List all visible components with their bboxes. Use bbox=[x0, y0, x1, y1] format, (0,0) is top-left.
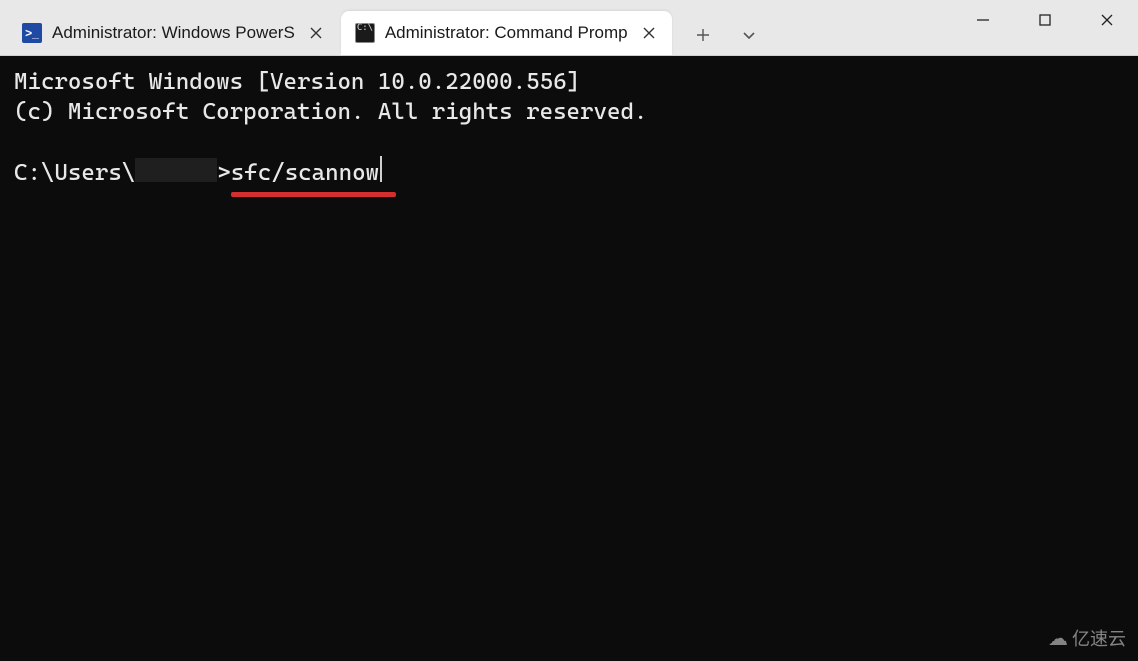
close-window-button[interactable] bbox=[1076, 0, 1138, 40]
close-icon bbox=[643, 27, 655, 39]
text-cursor bbox=[380, 156, 382, 182]
plus-icon bbox=[696, 28, 710, 42]
window-controls bbox=[952, 0, 1138, 55]
tab-cmd[interactable]: C:\ Administrator: Command Promp bbox=[341, 11, 672, 55]
command-wrapper: sfc/scannow bbox=[231, 159, 379, 189]
tab-title: Administrator: Windows PowerS bbox=[52, 23, 295, 43]
cmd-icon: C:\ bbox=[355, 23, 375, 43]
copyright-line: (c) Microsoft Corporation. All rights re… bbox=[14, 98, 1124, 128]
chevron-down-icon bbox=[742, 28, 756, 42]
terminal-output[interactable]: Microsoft Windows [Version 10.0.22000.55… bbox=[0, 56, 1138, 201]
tab-powershell[interactable]: >_ Administrator: Windows PowerS bbox=[8, 11, 339, 55]
watermark: ☁ 亿速云 bbox=[1048, 625, 1126, 651]
maximize-icon bbox=[1038, 13, 1052, 27]
tab-strip: >_ Administrator: Windows PowerS C:\ Adm… bbox=[0, 0, 952, 55]
minimize-button[interactable] bbox=[952, 0, 1014, 40]
version-line: Microsoft Windows [Version 10.0.22000.55… bbox=[14, 68, 1124, 98]
redacted-username bbox=[135, 158, 217, 182]
tab-dropdown-button[interactable] bbox=[728, 15, 770, 55]
annotation-underline bbox=[231, 192, 396, 197]
window-titlebar: >_ Administrator: Windows PowerS C:\ Adm… bbox=[0, 0, 1138, 56]
tab-controls bbox=[672, 15, 770, 55]
minimize-icon bbox=[976, 13, 990, 27]
cloud-icon: ☁ bbox=[1048, 626, 1068, 651]
close-icon bbox=[310, 27, 322, 39]
entered-command: sfc/scannow bbox=[231, 160, 379, 186]
close-icon bbox=[1100, 13, 1114, 27]
prompt-symbol: > bbox=[217, 159, 230, 189]
watermark-text: 亿速云 bbox=[1072, 625, 1126, 651]
close-tab-button[interactable] bbox=[305, 22, 327, 44]
close-tab-button[interactable] bbox=[638, 22, 660, 44]
new-tab-button[interactable] bbox=[682, 15, 724, 55]
tab-title: Administrator: Command Promp bbox=[385, 23, 628, 43]
prompt-line: C:\Users\ > sfc/scannow bbox=[14, 154, 1124, 189]
prompt-path-prefix: C:\Users\ bbox=[14, 159, 135, 189]
maximize-button[interactable] bbox=[1014, 0, 1076, 40]
powershell-icon: >_ bbox=[22, 23, 42, 43]
